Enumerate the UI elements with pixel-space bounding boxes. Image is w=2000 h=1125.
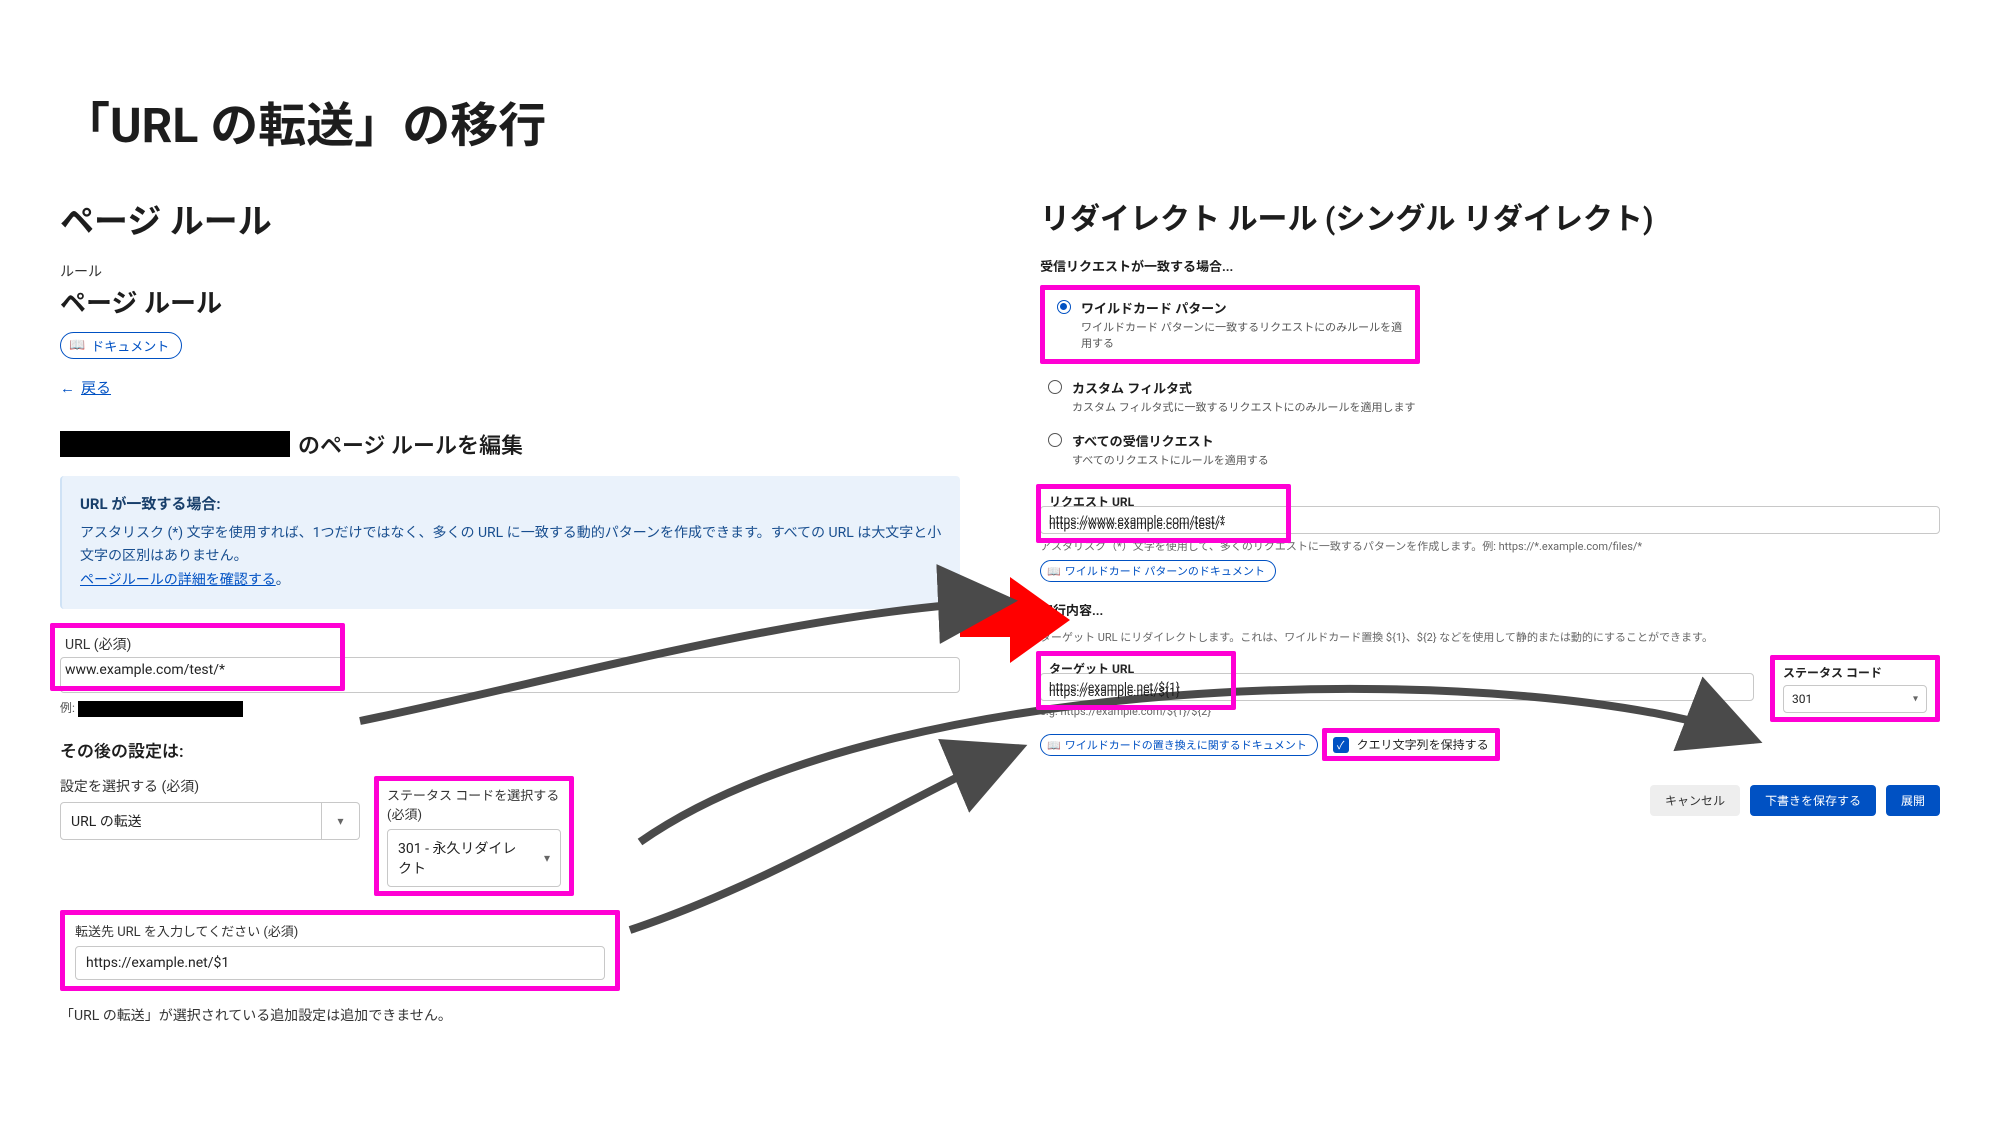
wildcard-pattern-doc-badge[interactable]: 📖 ワイルドカード パターンのドキュメント xyxy=(1040,560,1276,582)
info-box-link[interactable]: ページルールの詳細を確認する xyxy=(80,572,276,588)
redacted-domain xyxy=(60,431,290,457)
documents-badge[interactable]: 📖 ドキュメント xyxy=(60,332,182,359)
chevron-down-icon: ▾ xyxy=(322,802,360,840)
radio-icon xyxy=(1048,380,1062,394)
page-rules-column: ページ ルール ルール ページ ルール 📖 ドキュメント ← 戻る のページ ル… xyxy=(60,194,1000,1025)
edit-title-row: のページ ルールを編集 xyxy=(60,428,960,460)
wildcard-replace-doc-badge[interactable]: 📖 ワイルドカードの置き換えに関するドキュメント xyxy=(1040,734,1318,756)
checkbox-checked-icon[interactable]: ✓ xyxy=(1333,737,1349,753)
radio-all-desc: すべてのリクエストにルールを適用する xyxy=(1072,452,1269,468)
documents-badge-label: ドキュメント xyxy=(91,336,169,355)
status-select[interactable]: 301 - 永久リダイレクト xyxy=(387,829,561,887)
footer-note: 「URL の転送」が選択されている追加設定は追加できません。 xyxy=(60,1005,960,1025)
redirect-rules-column: リダイレクト ルール (シングル リダイレクト) 受信リクエストが一致する場合.… xyxy=(1000,194,1940,1025)
edit-title-suffix: のページ ルールを編集 xyxy=(298,428,523,460)
cancel-button[interactable]: キャンセル xyxy=(1650,785,1740,816)
wildcard-replace-doc-label: ワイルドカードの置き換えに関するドキュメント xyxy=(1065,737,1307,753)
redacted-example xyxy=(78,701,243,717)
radio-wildcard[interactable]: ワイルドカード パターン ワイルドカード パターンに一致するリクエストにのみルー… xyxy=(1049,292,1411,357)
status-select-value: 301 - 永久リダイレクト xyxy=(398,841,516,877)
preserve-query-highlight: ✓ クエリ文字列を保持する xyxy=(1322,728,1500,761)
radio-custom-title: カスタム フィルタ式 xyxy=(1072,378,1416,397)
slide-title: 「URL の転送」の移行 xyxy=(62,86,546,156)
target-url-label: ターゲット URL xyxy=(1049,660,1223,677)
page-rules-heading: ページ ルール xyxy=(60,194,960,243)
status-code-select[interactable]: 301 xyxy=(1783,685,1927,713)
back-link[interactable]: ← 戻る xyxy=(60,377,111,398)
target-url-highlight: ターゲット URL https://example.net/${1} xyxy=(1036,651,1236,710)
book-icon: 📖 xyxy=(69,338,85,353)
url-example: 例: xyxy=(60,699,960,717)
status-code-label: ステータス コード xyxy=(1783,664,1927,681)
info-box: URL が一致する場合: アスタリスク (*) 文字を使用すれば、1つだけではな… xyxy=(60,476,960,609)
book-icon: 📖 xyxy=(1047,739,1061,752)
columns: ページ ルール ルール ページ ルール 📖 ドキュメント ← 戻る のページ ル… xyxy=(60,194,1940,1025)
match-condition-heading: 受信リクエストが一致する場合... xyxy=(1040,256,1940,275)
status-code-highlight: ステータス コード 301 xyxy=(1770,655,1940,722)
dest-url-label: 転送先 URL を入力してください (必須) xyxy=(75,921,605,940)
execution-desc: ターゲット URL にリダイレクトします。これは、ワイルドカード置換 ${1}、… xyxy=(1040,629,1940,645)
radio-all-title: すべての受信リクエスト xyxy=(1072,431,1269,450)
request-url-value-hl: https://www.example.com/test/* xyxy=(1049,514,1278,532)
dest-url-input[interactable]: https://example.net/$1 xyxy=(75,946,605,980)
status-code-value: 301 xyxy=(1792,692,1812,706)
setting-select-value: URL の転送 xyxy=(60,802,322,840)
preserve-query-label: クエリ文字列を保持する xyxy=(1357,736,1489,753)
radio-custom-desc: カスタム フィルタ式に一致するリクエストにのみルールを適用します xyxy=(1072,399,1416,415)
request-url-label: リクエスト URL xyxy=(1049,493,1278,510)
redirect-rules-heading: リダイレクト ルール (シングル リダイレクト) xyxy=(1040,194,1940,238)
button-row: キャンセル 下書きを保存する 展開 xyxy=(1040,785,1940,816)
url-input[interactable]: www.example.com/test/* xyxy=(65,660,330,678)
page-rules-subheading: ページ ルール xyxy=(60,283,960,320)
setting-select[interactable]: URL の転送 ▾ xyxy=(60,802,360,840)
deploy-button[interactable]: 展開 xyxy=(1886,785,1940,816)
info-box-title: URL が一致する場合: xyxy=(80,492,942,518)
radio-wildcard-desc: ワイルドカード パターンに一致するリクエストにのみルールを適用する xyxy=(1081,319,1403,351)
breadcrumb: ルール xyxy=(60,261,960,281)
back-link-label: 戻る xyxy=(81,377,111,398)
status-select-label: ステータス コードを選択する (必須) xyxy=(387,785,561,823)
target-url-value-hl: https://example.net/${1} xyxy=(1049,681,1223,699)
dest-url-highlight: 転送先 URL を入力してください (必須) https://example.n… xyxy=(60,910,620,991)
radio-icon xyxy=(1057,300,1071,314)
info-box-body: アスタリスク (*) 文字を使用すれば、1つだけではなく、多くの URL に一致… xyxy=(80,522,942,593)
execution-heading: 実行内容... xyxy=(1040,600,1940,619)
radio-all-requests[interactable]: すべての受信リクエスト すべてのリクエストにルールを適用する xyxy=(1040,425,1940,474)
setting-select-label: 設定を選択する (必須) xyxy=(60,776,360,796)
wildcard-pattern-doc-label: ワイルドカード パターンのドキュメント xyxy=(1065,563,1265,579)
book-icon: 📖 xyxy=(1047,565,1061,578)
radio-wildcard-title: ワイルドカード パターン xyxy=(1081,298,1403,317)
radio-custom-filter[interactable]: カスタム フィルタ式 カスタム フィルタ式に一致するリクエストにのみルールを適用… xyxy=(1040,372,1940,421)
after-settings-heading: その後の設定は: xyxy=(60,737,960,762)
request-url-highlight: リクエスト URL https://www.example.com/test/* xyxy=(1036,484,1291,543)
save-draft-button[interactable]: 下書きを保存する xyxy=(1750,785,1876,816)
radio-icon xyxy=(1048,433,1062,447)
status-select-highlight: ステータス コードを選択する (必須) 301 - 永久リダイレクト xyxy=(374,776,574,896)
wildcard-radio-highlight: ワイルドカード パターン ワイルドカード パターンに一致するリクエストにのみルー… xyxy=(1040,285,1420,364)
url-field-highlight: URL (必須) www.example.com/test/* xyxy=(50,623,345,691)
arrow-left-icon: ← xyxy=(60,379,75,397)
url-field-label: URL (必須) xyxy=(65,634,330,654)
